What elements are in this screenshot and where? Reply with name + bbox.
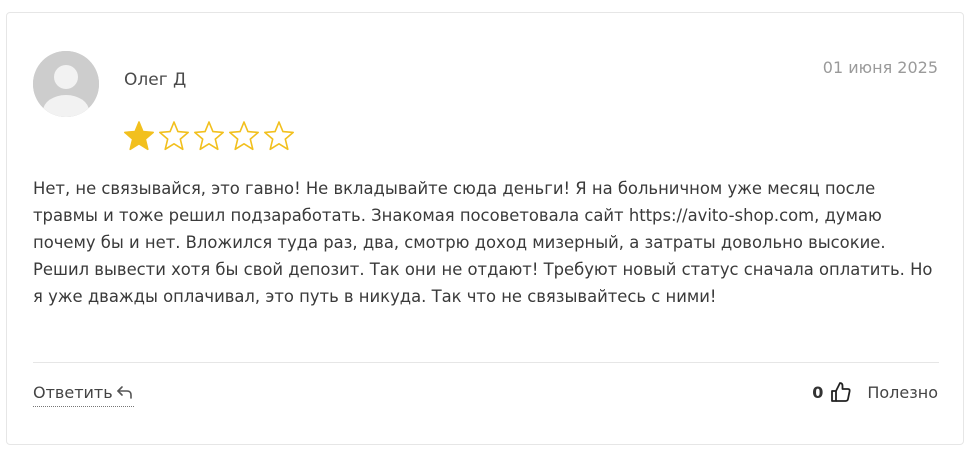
star-filled-icon (124, 121, 154, 151)
star-rating (122, 119, 297, 153)
star-empty-icon (229, 121, 259, 151)
reply-arrow-icon (116, 386, 132, 399)
helpful-count: 0 (812, 382, 824, 402)
review-text: Нет, не связывайся, это гавно! Не вклады… (33, 179, 933, 306)
star-empty-icon (264, 121, 294, 151)
reply-button[interactable]: Ответить (33, 378, 134, 407)
user-placeholder-icon (33, 51, 99, 117)
review-card: Олег Д 01 июня 2025 Нет, не связывайся, … (6, 12, 964, 445)
divider (33, 362, 939, 363)
star-empty-icon (194, 121, 224, 151)
author-name: Олег Д (124, 70, 187, 90)
reply-label: Ответить (33, 382, 113, 402)
thumbs-up-icon[interactable] (829, 380, 853, 404)
star-empty-icon (159, 121, 189, 151)
review-date: 01 июня 2025 (822, 58, 938, 77)
helpful-label[interactable]: Полезно (867, 383, 938, 402)
avatar (33, 51, 99, 117)
helpful-section: 0 Полезно (812, 377, 938, 407)
